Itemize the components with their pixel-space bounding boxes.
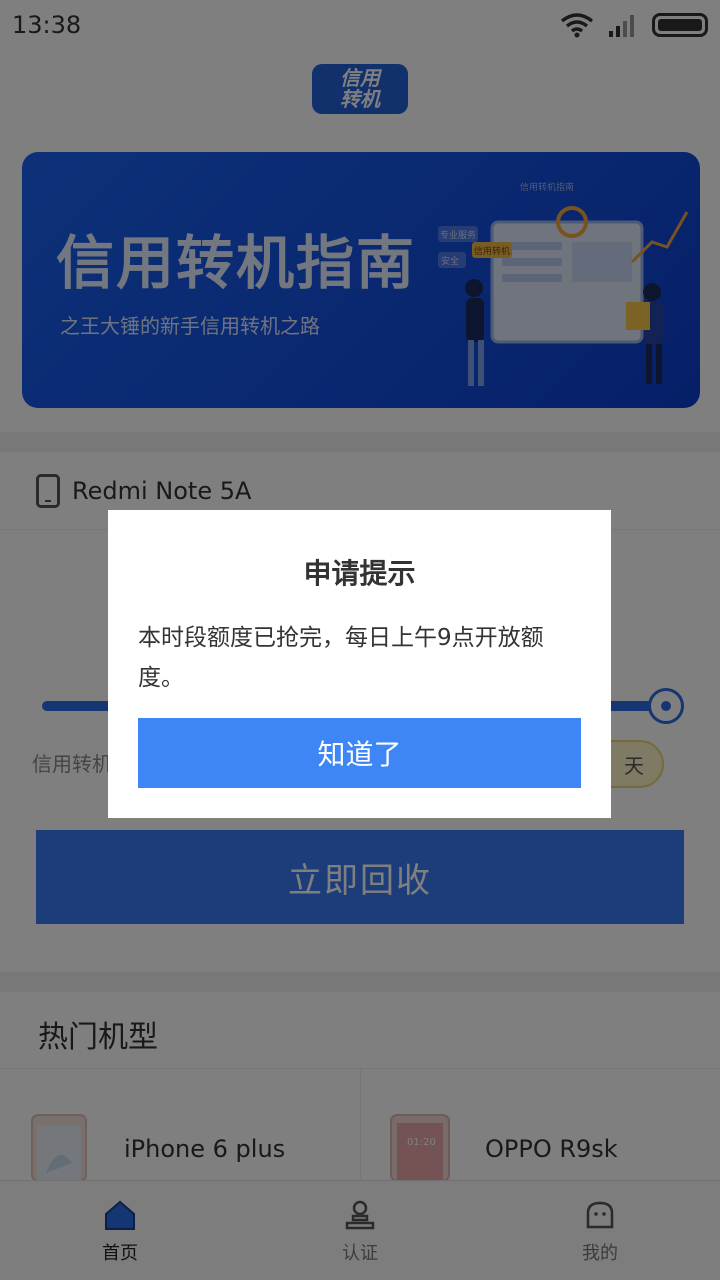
dialog-confirm-button[interactable]: 知道了 bbox=[138, 718, 581, 788]
dialog-title: 申请提示 bbox=[303, 557, 416, 590]
dialog-message: 本时段额度已抢完，每日上午9点开放额度。 bbox=[138, 625, 544, 691]
apply-tip-dialog: 申请提示 本时段额度已抢完，每日上午9点开放额度。 知道了 bbox=[108, 510, 611, 818]
